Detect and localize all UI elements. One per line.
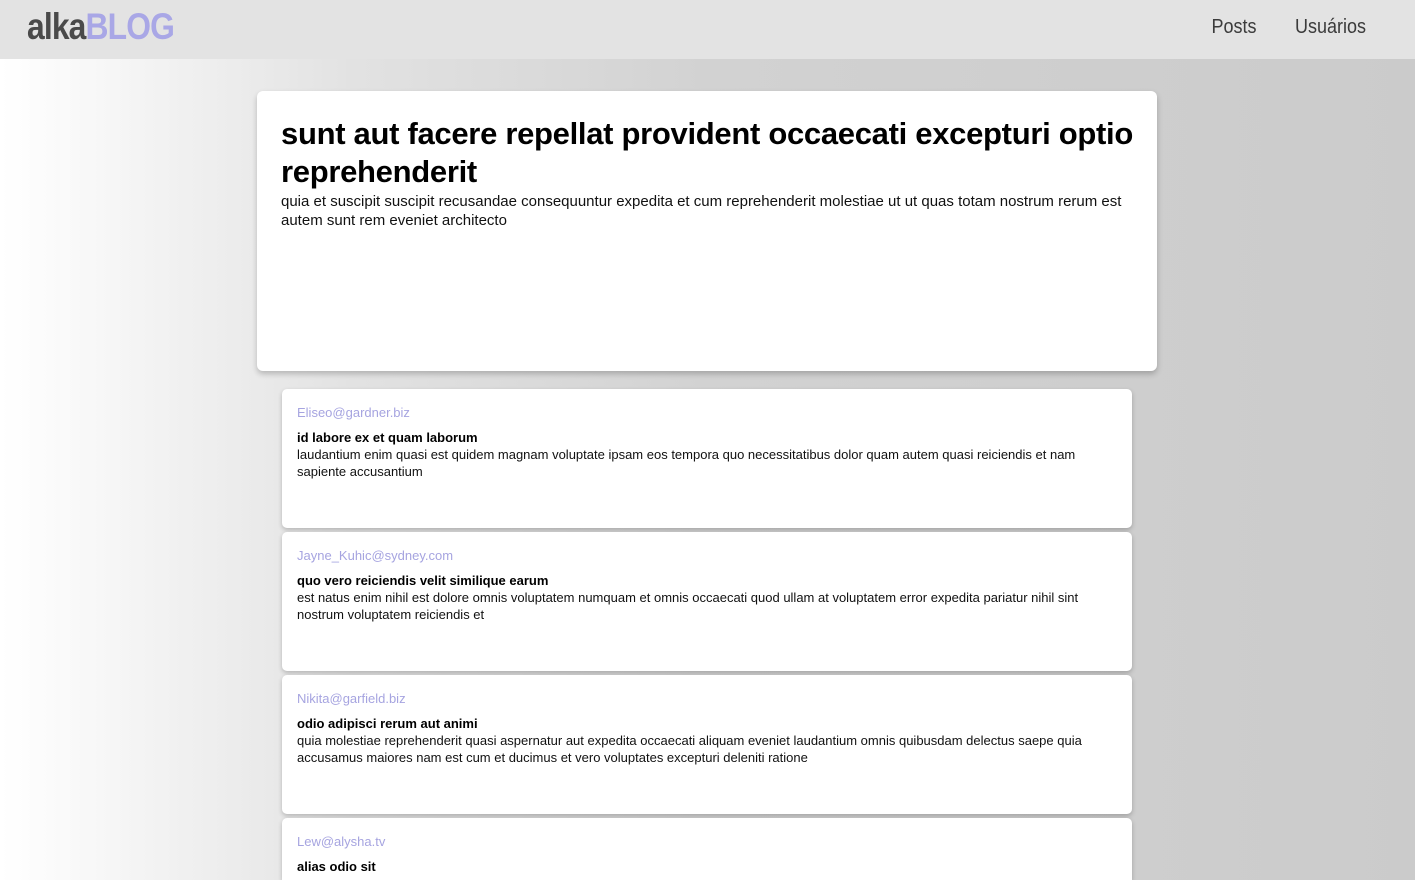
comment-card: Jayne_Kuhic@sydney.com quo vero reiciend…: [282, 532, 1132, 671]
comment-name: id labore ex et quam laborum: [297, 430, 478, 445]
nav-link-usuarios[interactable]: Usuários: [1295, 16, 1366, 39]
comment-body: est natus enim nihil est dolore omnis vo…: [297, 590, 1079, 622]
comment-name: odio adipisci rerum aut animi: [297, 716, 478, 731]
comment-email: Jayne_Kuhic@sydney.com: [297, 548, 454, 563]
comment-email: Eliseo@gardner.biz: [297, 405, 410, 420]
site-logo[interactable]: alkaBLOG: [27, 6, 175, 48]
comment-body: laudantium enim quasi est quidem magnam …: [297, 447, 1076, 479]
logo-text-alka: alka: [27, 6, 86, 47]
post-card: sunt aut facere repellat provident occae…: [257, 91, 1157, 371]
comment-name: quo vero reiciendis velit similique earu…: [297, 573, 549, 588]
post-title: sunt aut facere repellat provident occae…: [281, 116, 1133, 189]
comment-body: quia molestiae reprehenderit quasi asper…: [297, 733, 1082, 765]
logo-text-blog: BLOG: [85, 6, 174, 47]
comment-name: alias odio sit: [297, 859, 376, 874]
comment-email: Nikita@garfield.biz: [297, 691, 406, 706]
comment-card: Nikita@garfield.biz odio adipisci rerum …: [282, 675, 1132, 814]
main-nav: Posts Usuários: [1209, 16, 1370, 39]
top-navbar: alkaBLOG Posts Usuários: [0, 0, 1415, 59]
comment-email: Lew@alysha.tv: [297, 834, 386, 849]
nav-link-posts[interactable]: Posts: [1212, 16, 1257, 39]
post-body: quia et suscipit suscipit recusandae con…: [281, 193, 1122, 229]
comment-card: Lew@alysha.tv alias odio sit: [282, 818, 1132, 880]
comment-card: Eliseo@gardner.biz id labore ex et quam …: [282, 389, 1132, 528]
